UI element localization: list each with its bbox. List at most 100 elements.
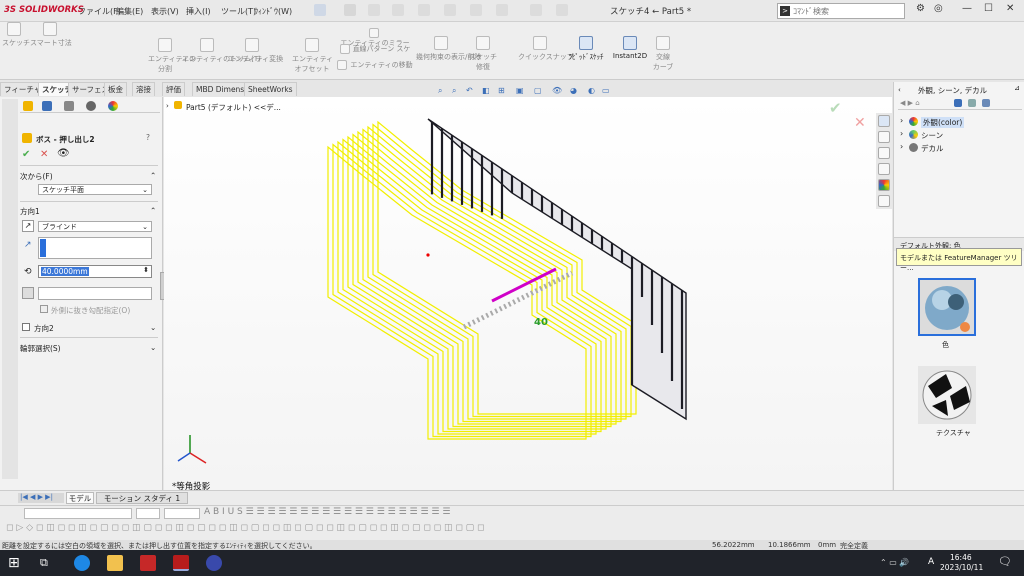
search-input[interactable] xyxy=(793,5,901,17)
configuration-icon[interactable] xyxy=(64,101,74,111)
clock-time[interactable]: 16:46 xyxy=(950,553,972,562)
display-manager-icon[interactable] xyxy=(108,101,118,111)
font-select[interactable] xyxy=(24,508,132,519)
help-icon[interactable]: ⚙ xyxy=(916,3,925,14)
text-format-icons[interactable]: A B I U S ☰ ☰ ☰ ☰ ☰ ☰ ☰ ☰ ☰ ☰ ☰ ☰ ☰ ☰ ☰ … xyxy=(204,507,450,517)
ribbon-button[interactable]: 交線 カーブ xyxy=(648,36,678,72)
ribbon-button[interactable]: 幾何拘束の表示/削除 xyxy=(416,36,481,62)
contour-select-label[interactable]: 輪郭選択(S) xyxy=(20,343,61,354)
tree-expand-icon[interactable]: › xyxy=(166,102,169,110)
feature-tree-icon[interactable] xyxy=(23,101,33,111)
file-explorer-icon[interactable] xyxy=(107,555,123,571)
options-gear-icon[interactable] xyxy=(556,4,568,16)
select-icon[interactable] xyxy=(470,4,482,16)
preview-eye-icon[interactable]: 👁 xyxy=(57,148,70,159)
depth-input[interactable]: 40.0000mm ⬍ xyxy=(38,265,152,278)
solidworks-3d-icon[interactable] xyxy=(140,555,156,571)
windows-start-icon[interactable]: ⊞ xyxy=(8,555,24,571)
cancel-x-icon[interactable]: ✕ xyxy=(40,149,48,160)
nav-back-icon[interactable]: ◀ ▶ ⌂ xyxy=(900,99,920,107)
view-palette-icon[interactable] xyxy=(878,163,890,175)
pin-icon[interactable] xyxy=(314,4,326,16)
edge-browser-icon[interactable] xyxy=(74,555,90,571)
task-view-icon[interactable]: ⧉ xyxy=(40,555,56,571)
texture-thumbnail[interactable] xyxy=(918,366,976,424)
ribbon-button[interactable]: スマート寸法 xyxy=(30,22,72,48)
draft-outward-checkbox[interactable] xyxy=(40,305,48,313)
display-style-icon[interactable]: ▢ xyxy=(534,86,542,95)
from-section-label[interactable]: 次から(F) xyxy=(20,171,53,182)
ribbon-button[interactable]: エンティティの 分割 xyxy=(148,38,196,74)
graphics-area[interactable]: 40 › Part5 (デフォルト) <<デ... *等角投影 ✔ ✕ ▭ ⧉ … xyxy=(164,97,892,490)
direction2-label[interactable]: 方向2 xyxy=(34,323,54,334)
add-folder-icon[interactable] xyxy=(968,99,976,107)
ribbon-button[interactable]: エンティティ オフセット xyxy=(292,38,333,74)
end-condition-select[interactable]: ブラインド ⌄ xyxy=(38,221,152,232)
ok-check-icon[interactable]: ✔ xyxy=(22,149,30,160)
undo-icon[interactable] xyxy=(444,4,456,16)
tab-4[interactable]: 溶接 xyxy=(132,82,155,96)
scroll-arrows-icon[interactable]: |◀ ◀ ▶ ▶| xyxy=(20,493,53,501)
ribbon-button[interactable]: エンティティ変換 xyxy=(228,38,283,64)
from-select[interactable]: スケッチ平面 ⌄ xyxy=(38,184,152,195)
tab-7[interactable]: SheetWorks xyxy=(244,82,297,96)
line-width-select[interactable] xyxy=(164,508,200,519)
ime-indicator[interactable]: A xyxy=(928,557,934,567)
chevron-down-icon[interactable]: ⌄ xyxy=(150,343,156,352)
edit-appearance-icon[interactable]: ◕ xyxy=(570,86,577,95)
new-file-icon[interactable] xyxy=(368,4,380,16)
menu-view[interactable]: 表示(V) xyxy=(151,6,179,17)
print-icon[interactable] xyxy=(418,4,430,16)
tray-icons[interactable]: ⌃ ▭ 🔊 xyxy=(880,558,909,567)
expand-arrow-icon[interactable]: › xyxy=(900,129,903,138)
draft-toggle-icon[interactable] xyxy=(22,287,34,299)
property-manager-icon[interactable] xyxy=(42,101,52,111)
dynamic-annotation-icon[interactable]: ⊞ xyxy=(498,86,505,95)
color-thumbnail[interactable] xyxy=(918,278,976,336)
home-icon[interactable] xyxy=(344,4,356,16)
ribbon-button[interactable]: エンティティのトリム(T) xyxy=(182,38,261,64)
ribbon-button[interactable]: ﾗﾋﾟｯﾄﾞｽｹｯﾁ xyxy=(564,36,608,62)
breadcrumb[interactable]: Part5 (デフォルト) <<デ... xyxy=(186,102,281,113)
dimxpert-icon[interactable] xyxy=(86,101,96,111)
appearances-icon[interactable] xyxy=(878,179,890,191)
custom-properties-icon[interactable] xyxy=(878,195,890,207)
bottom-tab-1[interactable]: モーション スタディ 1 xyxy=(96,492,188,504)
previous-view-icon[interactable]: ↶ xyxy=(466,86,473,95)
close-button[interactable]: ✕ xyxy=(1006,3,1014,14)
menu-window[interactable]: ｳｨﾝﾄﾞｳ(W) xyxy=(254,6,292,17)
ribbon-button[interactable]: 直線パターン スケ xyxy=(336,44,414,54)
spinner-icon[interactable]: ⬍ xyxy=(143,266,149,274)
view-orientation-icon[interactable]: ▣ xyxy=(516,86,524,95)
tree-item[interactable]: › シーン xyxy=(900,129,1010,141)
expand-arrow-icon[interactable]: › xyxy=(900,142,903,151)
maximize-button[interactable]: ☐ xyxy=(984,3,993,14)
menu-edit[interactable]: 編集(E) xyxy=(116,6,143,17)
file-explorer-icon[interactable] xyxy=(878,147,890,159)
ribbon-button[interactable]: エンティティの移動 xyxy=(336,60,414,70)
chevron-down-icon[interactable]: ⌄ xyxy=(150,323,156,332)
refresh-icon[interactable] xyxy=(954,99,962,107)
tab-scroll-buttons[interactable]: |◀ ◀ ▶ ▶| xyxy=(18,493,64,503)
pane-back-icon[interactable]: ‹ xyxy=(898,86,901,94)
hide-show-icon[interactable]: 👁 xyxy=(552,86,562,95)
ribbon-button[interactable]: スケッチ 修復 xyxy=(466,36,500,72)
add-location-icon[interactable] xyxy=(982,99,990,107)
zoom-area-icon[interactable]: ⌕ xyxy=(452,86,456,96)
command-search[interactable]: > xyxy=(777,3,905,19)
user-icon[interactable]: ◎ xyxy=(934,3,943,14)
design-library-icon[interactable] xyxy=(878,131,890,143)
confirm-cancel-icon[interactable]: ✕ xyxy=(854,115,866,131)
clock-date[interactable]: 2023/10/11 xyxy=(940,563,983,572)
bottom-tab-0[interactable]: モデル xyxy=(66,492,94,504)
save-icon[interactable] xyxy=(392,4,404,16)
view-settings-icon[interactable]: ▭ xyxy=(602,86,610,95)
menu-insert[interactable]: 挿入(I) xyxy=(186,6,211,17)
confirm-check-icon[interactable]: ✔ xyxy=(829,99,842,117)
tab-5[interactable]: 評価 xyxy=(162,82,185,96)
reverse-direction-icon[interactable]: ↗ xyxy=(22,220,34,232)
ribbon-button[interactable]: スケッチ xyxy=(2,22,30,48)
chevron-up-icon[interactable]: ⌃ xyxy=(150,171,156,180)
font-size-select[interactable] xyxy=(136,508,160,519)
tab-3[interactable]: 板金 xyxy=(104,82,127,96)
